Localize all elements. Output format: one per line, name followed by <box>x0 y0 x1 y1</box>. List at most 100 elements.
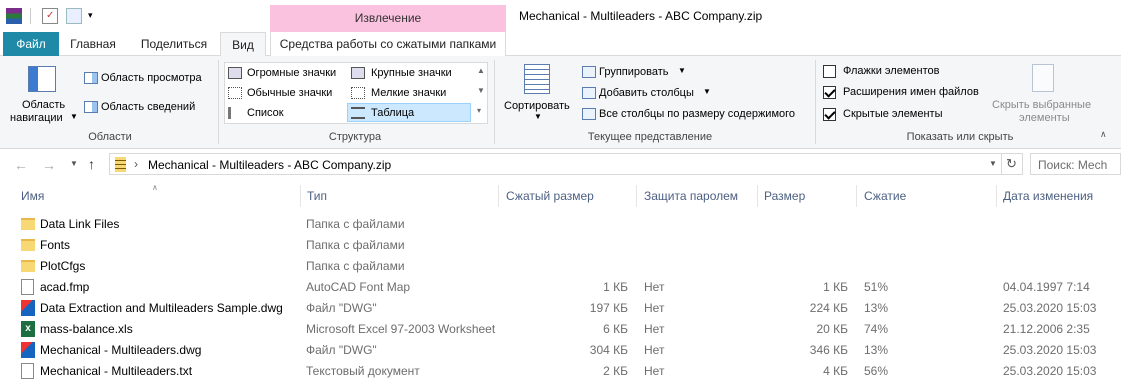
column-header-password[interactable]: Защита паролем <box>644 189 738 203</box>
new-folder-icon[interactable] <box>66 8 82 24</box>
table-row[interactable]: PlotCfgs Папка с файлами <box>0 256 1121 277</box>
table-row[interactable]: Mechanical - Multileaders.dwg Файл "DWG"… <box>0 340 1121 361</box>
breadcrumb-separator-icon[interactable]: › <box>134 157 138 171</box>
gallery-more-icon[interactable]: ▾ <box>477 106 481 115</box>
column-header-size[interactable]: Размер <box>764 189 805 203</box>
address-field[interactable]: › Mechanical - Multileaders - ABC Compan… <box>109 153 1023 175</box>
size-columns-icon[interactable] <box>582 108 596 120</box>
column-divider[interactable] <box>300 185 301 207</box>
layout-list[interactable]: Список <box>247 107 284 119</box>
layout-small-icons[interactable]: Мелкие значки <box>371 87 446 99</box>
file-name[interactable]: Mechanical - Multileaders.dwg <box>40 343 201 357</box>
item-checkboxes-checkbox[interactable] <box>823 65 836 78</box>
table-row[interactable]: x mass-balance.xls Microsoft Excel 97-20… <box>0 319 1121 340</box>
hidden-items-checkbox[interactable] <box>823 108 836 121</box>
column-divider[interactable] <box>757 185 758 207</box>
group-by-icon[interactable] <box>582 66 596 78</box>
table-row[interactable]: Data Link Files Папка с файлами <box>0 214 1121 235</box>
tab-share[interactable]: Поделиться <box>135 32 213 56</box>
tab-file[interactable]: Файл <box>3 32 59 56</box>
column-header-ratio[interactable]: Сжатие <box>864 189 906 203</box>
hide-selected-icon[interactable] <box>1032 64 1054 92</box>
preview-pane-icon[interactable] <box>84 72 98 84</box>
group-by-dropdown-icon[interactable]: ▼ <box>678 66 686 75</box>
collapse-ribbon-icon[interactable]: ∧ <box>1100 129 1107 140</box>
add-columns-dropdown-icon[interactable]: ▼ <box>703 87 711 96</box>
file-name[interactable]: Data Extraction and Multileaders Sample.… <box>40 301 283 315</box>
winrar-app-icon[interactable] <box>6 8 22 24</box>
search-input[interactable]: Поиск: Mech <box>1030 153 1121 175</box>
group-by-button[interactable]: Группировать <box>599 66 669 78</box>
hide-selected-button-2[interactable]: элементы <box>1019 112 1070 124</box>
column-header-packed-size[interactable]: Сжатый размер <box>506 189 594 203</box>
layout-details[interactable]: Таблица <box>371 107 414 119</box>
file-name[interactable]: PlotCfgs <box>40 259 85 273</box>
navigation-pane-dropdown-icon[interactable]: ▼ <box>70 112 78 121</box>
sort-by-icon[interactable] <box>524 64 550 94</box>
column-header-modified[interactable]: Дата изменения <box>1003 189 1093 203</box>
file-name[interactable]: acad.fmp <box>40 280 89 294</box>
sort-by-button[interactable]: Сортировать <box>504 100 570 112</box>
small-icons-icon[interactable] <box>351 87 365 99</box>
details-icon[interactable] <box>351 107 365 119</box>
layout-large-icons[interactable]: Крупные значки <box>371 67 452 79</box>
file-type: Папка с файлами <box>306 259 405 273</box>
tab-compressed-folder-tools[interactable]: Средства работы со сжатыми папками <box>270 32 506 56</box>
tab-view[interactable]: Вид <box>220 32 266 57</box>
file-name[interactable]: Mechanical - Multileaders.txt <box>40 364 192 378</box>
column-divider[interactable] <box>636 185 637 207</box>
layout-medium-icons[interactable]: Обычные значки <box>247 87 332 99</box>
layout-huge-icons[interactable]: Огромные значки <box>247 67 336 79</box>
forward-arrow-icon[interactable]: → <box>42 157 56 173</box>
item-checkboxes-label[interactable]: Флажки элементов <box>843 65 939 77</box>
details-pane-icon[interactable] <box>84 101 98 113</box>
list-icon[interactable] <box>228 107 242 119</box>
table-row[interactable]: Data Extraction and Multileaders Sample.… <box>0 298 1121 319</box>
file-extensions-label[interactable]: Расширения имен файлов <box>843 86 979 98</box>
file-name[interactable]: mass-balance.xls <box>40 322 133 336</box>
preview-pane-button[interactable]: Область просмотра <box>101 72 202 84</box>
add-columns-icon[interactable] <box>582 87 596 99</box>
file-ratio: 13% <box>864 301 889 315</box>
recent-locations-chevron-icon[interactable]: ▼ <box>70 159 78 168</box>
column-header-name[interactable]: Имя <box>21 189 44 203</box>
column-divider[interactable] <box>996 185 997 207</box>
sort-by-dropdown-icon[interactable]: ▼ <box>534 112 542 121</box>
details-pane-button[interactable]: Область сведений <box>101 101 195 113</box>
address-history-chevron-icon[interactable]: ▼ <box>989 159 997 168</box>
up-arrow-icon[interactable]: ↑ <box>88 156 95 172</box>
hidden-items-label[interactable]: Скрытые элементы <box>843 108 943 120</box>
gallery-scroll-down-icon[interactable]: ▼ <box>477 86 485 95</box>
tab-home[interactable]: Главная <box>64 32 122 56</box>
navigation-pane-icon[interactable] <box>28 66 56 92</box>
file-size: 1 КБ <box>823 280 848 294</box>
column-divider[interactable] <box>856 185 857 207</box>
breadcrumb[interactable]: Mechanical - Multileaders - ABC Company.… <box>148 158 391 172</box>
hide-selected-button[interactable]: Скрыть выбранные <box>992 99 1091 111</box>
medium-icons-icon[interactable] <box>228 87 242 99</box>
huge-icons-icon[interactable] <box>228 67 242 79</box>
large-icons-icon[interactable] <box>351 67 365 79</box>
dwg-file-icon <box>21 300 35 316</box>
size-all-columns-button[interactable]: Все столбцы по размеру содержимого <box>599 108 795 120</box>
file-password: Нет <box>644 364 665 378</box>
column-divider[interactable] <box>498 185 499 207</box>
file-name[interactable]: Fonts <box>40 238 70 252</box>
table-row[interactable]: Mechanical - Multileaders.txt Текстовый … <box>0 361 1121 382</box>
add-columns-button[interactable]: Добавить столбцы <box>599 87 694 99</box>
table-row[interactable]: acad.fmp AutoCAD Font Map 1 КБ Нет 1 КБ … <box>0 277 1121 298</box>
file-name[interactable]: Data Link Files <box>40 217 119 231</box>
column-header-type[interactable]: Тип <box>307 189 327 203</box>
refresh-icon[interactable]: ↻ <box>1006 156 1017 172</box>
customize-toolbar-chevron-icon[interactable]: ▾ <box>88 10 93 21</box>
navigation-pane-label[interactable]: Область <box>22 99 65 111</box>
table-row[interactable]: Fonts Папка с файлами <box>0 235 1121 256</box>
group-separator <box>815 60 816 144</box>
back-arrow-icon[interactable]: ← <box>14 157 28 173</box>
folder-icon <box>21 218 35 230</box>
navigation-pane-label-2[interactable]: навигации <box>10 112 63 124</box>
text-file-icon <box>21 363 34 379</box>
file-extensions-checkbox[interactable] <box>823 86 836 99</box>
properties-icon[interactable]: ✓ <box>42 8 58 24</box>
gallery-scroll-up-icon[interactable]: ▲ <box>477 66 485 75</box>
